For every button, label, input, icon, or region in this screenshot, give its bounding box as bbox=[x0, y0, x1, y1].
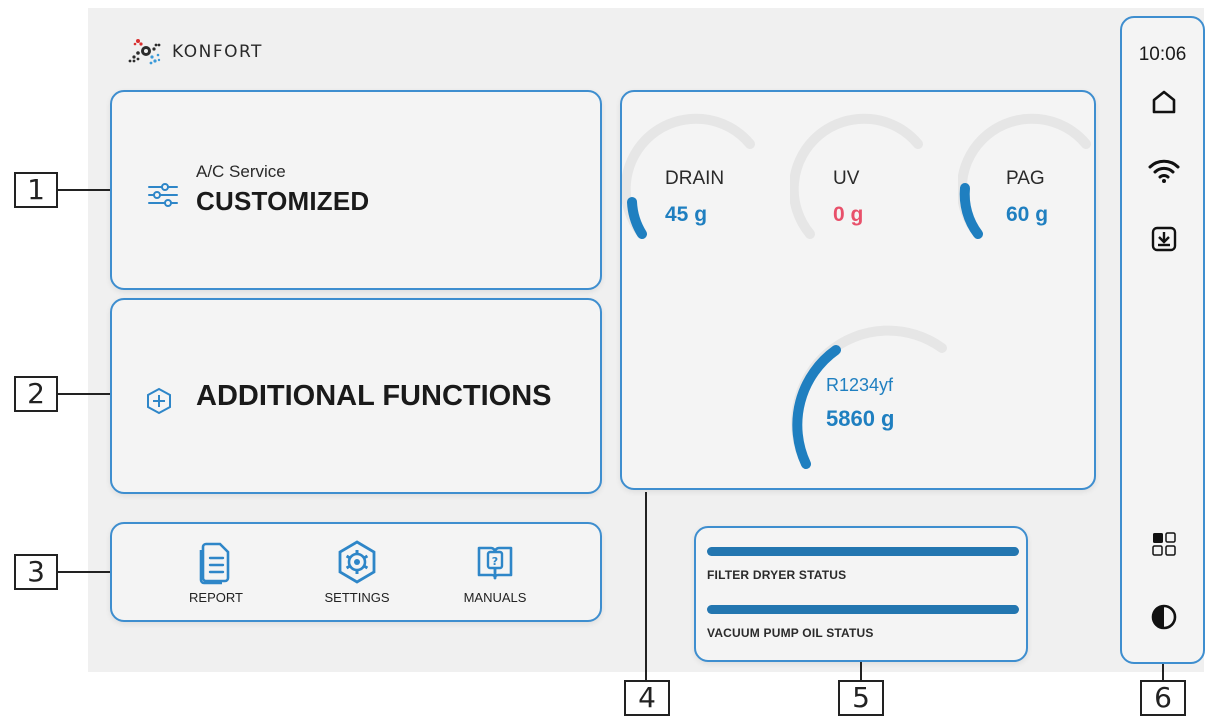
settings-label: SETTINGS bbox=[324, 590, 390, 605]
manual-book-icon: ? bbox=[477, 546, 513, 580]
drain-value: 45 g bbox=[665, 203, 708, 226]
clock-time: 10:06 bbox=[1138, 44, 1187, 65]
callout-5: 5 bbox=[838, 680, 884, 716]
vacuum-pump-oil-status-bar bbox=[707, 605, 1019, 614]
refrigerant-name: R1234yf bbox=[826, 375, 894, 395]
svg-text:?: ? bbox=[492, 555, 498, 568]
callout-2: 2 bbox=[14, 376, 58, 412]
refrigerant-value: 5860 g bbox=[826, 406, 895, 431]
pag-gauge-fill bbox=[959, 183, 983, 239]
callout-6-leader bbox=[1162, 664, 1164, 680]
vacuum-pump-oil-status-label: VACUUM PUMP OIL STATUS bbox=[707, 626, 874, 640]
callout-4-leader bbox=[645, 492, 647, 680]
additional-functions-label: ADDITIONAL FUNCTIONS bbox=[196, 380, 552, 412]
settings-button[interactable]: SETTINGS bbox=[302, 528, 412, 618]
brand-name: KONFORT bbox=[172, 42, 263, 62]
drain-name: DRAIN bbox=[665, 168, 725, 189]
pag-value: 60 g bbox=[1006, 203, 1049, 226]
contrast-icon[interactable] bbox=[1151, 604, 1177, 630]
sliders-icon bbox=[148, 183, 178, 207]
settings-gear-hexagon-icon bbox=[338, 540, 376, 584]
manuals-button[interactable]: ? MANUALS bbox=[440, 528, 550, 618]
brand-logo: KONFORT bbox=[128, 36, 263, 68]
home-icon[interactable] bbox=[1150, 88, 1178, 116]
konfort-logo-icon bbox=[128, 39, 161, 65]
report-label: REPORT bbox=[189, 590, 243, 605]
ac-service-mode: CUSTOMIZED bbox=[196, 186, 370, 216]
manuals-label: MANUALS bbox=[463, 590, 527, 605]
pag-name: PAG bbox=[1006, 168, 1045, 189]
plus-hexagon-icon bbox=[147, 387, 171, 415]
callout-4: 4 bbox=[624, 680, 670, 716]
callout-5-leader bbox=[860, 662, 862, 680]
uv-gauge bbox=[790, 113, 923, 239]
report-document-icon bbox=[199, 542, 230, 585]
filter-dryer-status-bar bbox=[707, 547, 1019, 556]
callout-3: 3 bbox=[14, 554, 58, 590]
ac-service-label: A/C Service bbox=[196, 162, 286, 181]
download-icon[interactable] bbox=[1151, 226, 1177, 252]
callout-1: 1 bbox=[14, 172, 58, 208]
callout-2-leader bbox=[58, 393, 110, 395]
wifi-icon[interactable] bbox=[1148, 158, 1180, 184]
uv-value: 0 g bbox=[833, 203, 864, 226]
uv-name: UV bbox=[833, 168, 860, 189]
filter-dryer-status-label: FILTER DRYER STATUS bbox=[707, 568, 847, 582]
callout-3-leader bbox=[58, 571, 110, 573]
apps-grid-icon[interactable] bbox=[1151, 531, 1177, 557]
callout-6: 6 bbox=[1140, 680, 1186, 716]
report-button[interactable]: REPORT bbox=[161, 528, 271, 618]
callout-1-leader bbox=[58, 189, 110, 191]
